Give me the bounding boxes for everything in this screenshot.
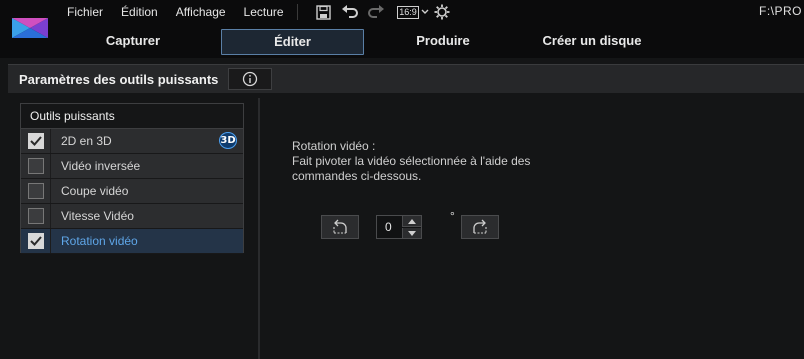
checkmark-icon (30, 236, 42, 246)
tab-editer[interactable]: Éditer (221, 29, 364, 55)
row-divider (50, 129, 51, 153)
panel-splitter[interactable] (258, 98, 260, 359)
tool-row-rotation-video[interactable]: Rotation vidéo (21, 229, 243, 254)
row-divider (50, 229, 51, 253)
aspect-ratio-label: 16:9 (397, 5, 419, 19)
info-icon (242, 71, 258, 87)
checkbox[interactable] (28, 158, 44, 174)
tools-list-header: Outils puissants (21, 104, 243, 129)
checkbox[interactable] (28, 133, 44, 149)
tab-produire[interactable]: Produire (384, 29, 502, 53)
panel-body: Outils puissants 2D en 3D 3D Vidéo inver… (8, 93, 804, 359)
decrement-button[interactable] (402, 228, 421, 238)
tool-label: 2D en 3D (61, 134, 112, 148)
menu-lecture[interactable]: Lecture (235, 4, 293, 20)
menu-edition[interactable]: Édition (112, 4, 167, 20)
rotate-right-icon (473, 219, 487, 234)
tool-label: Vitesse Vidéo (61, 209, 134, 223)
checkbox[interactable] (28, 208, 44, 224)
rotation-desc-line1: Fait pivoter la vidéo sélectionnée à l'a… (292, 154, 531, 168)
tab-creer-un-disque[interactable]: Créer un disque (528, 29, 656, 53)
tool-row-coupe-video[interactable]: Coupe vidéo (21, 179, 243, 204)
rotate-left-icon (333, 219, 347, 234)
tool-label: Rotation vidéo (61, 234, 138, 248)
menu-bar: Fichier Édition Affichage Lecture (58, 4, 304, 20)
degree-unit: ° (450, 209, 455, 223)
tools-list: Outils puissants 2D en 3D 3D Vidéo inver… (20, 103, 244, 254)
checkbox[interactable] (28, 233, 44, 249)
aspect-ratio-dropdown[interactable]: 16:9 (396, 3, 430, 21)
rotation-description: Rotation vidéo : Fait pivoter la vidéo s… (292, 139, 552, 184)
tab-capturer[interactable]: Capturer (74, 29, 192, 53)
info-button[interactable] (228, 68, 272, 90)
triangle-down-icon (408, 230, 416, 236)
row-divider (50, 154, 51, 178)
tool-row-video-inversee[interactable]: Vidéo inversée (21, 154, 243, 179)
rotation-desc-line2: commandes ci-dessous. (292, 169, 422, 183)
row-divider (50, 204, 51, 228)
tool-row-vitesse-video[interactable]: Vitesse Vidéo (21, 204, 243, 229)
menu-affichage[interactable]: Affichage (167, 4, 235, 20)
top-bar: Fichier Édition Affichage Lecture 16:9 F… (0, 0, 804, 58)
mode-tabs: Capturer Éditer Produire Créer un disque (0, 29, 804, 55)
panel-title: Paramètres des outils puissants (19, 72, 219, 87)
rotate-left-button[interactable] (321, 215, 359, 239)
menu-fichier[interactable]: Fichier (58, 4, 112, 20)
settings-gear-icon[interactable] (432, 3, 452, 21)
checkbox[interactable] (28, 183, 44, 199)
chevron-down-icon (421, 9, 429, 14)
row-divider (50, 179, 51, 203)
redo-icon[interactable] (366, 3, 386, 21)
project-path: F:\PRO (758, 4, 802, 18)
increment-button[interactable] (402, 216, 421, 227)
rotation-angle-stepper[interactable] (376, 215, 422, 239)
tool-row-2d-en-3d[interactable]: 2D en 3D 3D (21, 129, 243, 154)
checkmark-icon (30, 136, 42, 146)
rotation-title: Rotation vidéo : (292, 139, 376, 153)
triangle-up-icon (408, 218, 416, 224)
rotate-right-button[interactable] (461, 215, 499, 239)
tool-label: Coupe vidéo (61, 184, 129, 198)
badge-3d-icon: 3D (219, 132, 237, 149)
panel-header: Paramètres des outils puissants (8, 64, 804, 93)
save-icon[interactable] (314, 3, 332, 21)
tool-label: Vidéo inversée (61, 159, 141, 173)
menu-separator (296, 4, 298, 20)
undo-icon[interactable] (340, 3, 360, 21)
